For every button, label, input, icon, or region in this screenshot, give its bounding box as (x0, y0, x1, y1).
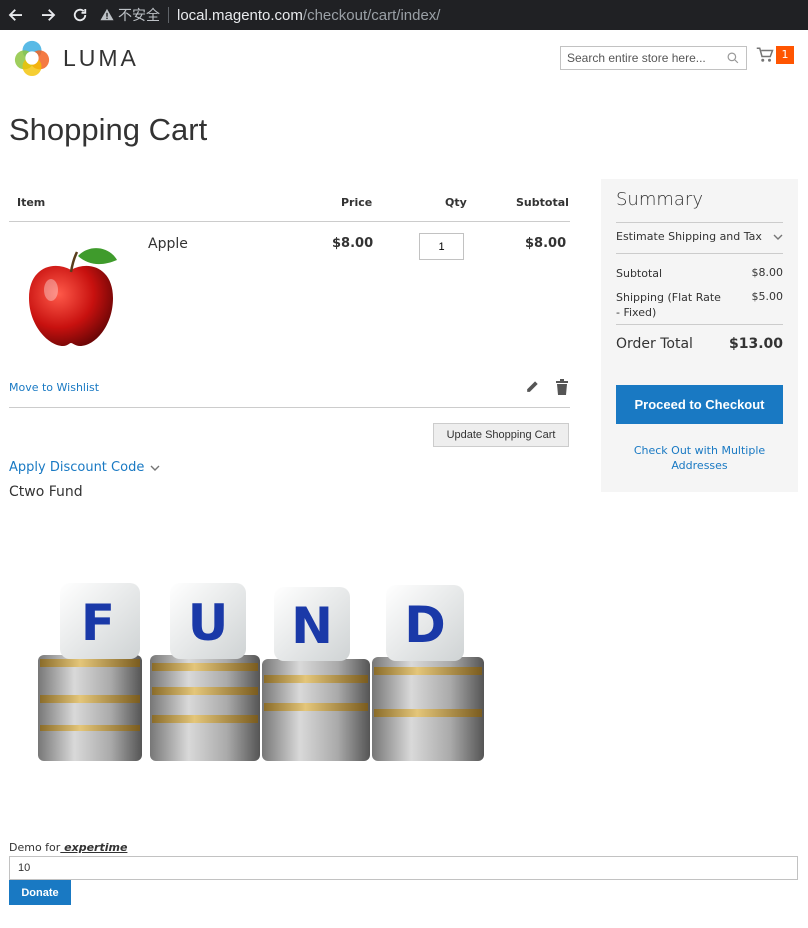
die-letter-d: D (404, 596, 446, 654)
minicart[interactable]: 1 (756, 46, 794, 64)
page-title: Shopping Cart (9, 112, 208, 147)
move-to-wishlist-link[interactable]: Move to Wishlist (9, 381, 99, 394)
order-total-label: Order Total (616, 336, 693, 352)
summary-divider (616, 324, 783, 325)
order-total-value: $13.00 (728, 336, 783, 352)
item-subtotal: $8.00 (525, 236, 567, 251)
luma-logo-icon (14, 40, 50, 77)
reload-icon[interactable] (64, 0, 96, 30)
back-icon[interactable] (0, 0, 32, 30)
subtotal-value: $8.00 (751, 266, 784, 279)
coin-stack-3 (262, 659, 370, 761)
multi-address-checkout-link[interactable]: Check Out with Multiple Addresses (616, 443, 783, 473)
fund-title: Ctwo Fund (9, 484, 83, 500)
donate-button[interactable]: Donate (9, 880, 71, 905)
demo-label: Demo for expertime (9, 841, 127, 854)
discount-label: Apply Discount Code (9, 460, 145, 475)
cart-summary: Summary Estimate Shipping and Tax Subtot… (601, 179, 798, 492)
search-input[interactable] (567, 51, 727, 65)
column-qty: Qty (445, 196, 467, 209)
browser-toolbar: 不安全 local.magento.com/checkout/cart/inde… (0, 0, 808, 30)
search-box (560, 46, 747, 70)
summary-divider (616, 253, 783, 254)
die-letter-u: U (188, 594, 229, 652)
estimate-label: Estimate Shipping and Tax (616, 230, 762, 243)
subtotal-row: Subtotal $8.00 (616, 266, 783, 281)
shipping-row: Shipping (Flat Rate - Fixed) $5.00 (616, 290, 783, 320)
coin-stack-2 (150, 655, 260, 761)
fund-image: F U N D (38, 583, 484, 761)
expertime-link[interactable]: expertime (60, 841, 127, 854)
product-image[interactable] (23, 242, 119, 352)
qty-input[interactable] (419, 233, 464, 260)
security-warning[interactable]: 不安全 (100, 5, 160, 25)
logo-text: LUMA (63, 44, 139, 71)
address-separator (168, 7, 169, 23)
warning-icon (100, 8, 114, 21)
coin-stack-4 (372, 657, 484, 761)
summary-divider (616, 222, 783, 223)
column-price: Price (341, 196, 373, 209)
product-name-link[interactable]: Apple (148, 236, 188, 252)
edit-icon[interactable] (525, 380, 539, 394)
forward-icon[interactable] (32, 0, 64, 30)
estimate-shipping-toggle[interactable]: Estimate Shipping and Tax (616, 230, 783, 243)
cart-counter: 1 (776, 46, 794, 64)
url-host: local.magento.com (177, 6, 303, 24)
trash-icon[interactable] (555, 379, 569, 395)
logo[interactable]: LUMA (13, 40, 143, 77)
summary-title: Summary (616, 189, 703, 210)
cart-icon (756, 47, 774, 62)
shipping-label: Shipping (Flat Rate - Fixed) (616, 291, 721, 319)
subtotal-label: Subtotal (616, 267, 663, 280)
die-letter-f: F (81, 594, 115, 652)
letter-dice: F U N D (60, 583, 464, 661)
proceed-to-checkout-button[interactable]: Proceed to Checkout (616, 385, 783, 424)
die-letter-n: N (291, 597, 333, 655)
donation-amount-input[interactable] (9, 856, 798, 880)
chevron-down-icon (150, 465, 160, 471)
address-bar[interactable]: local.magento.com/checkout/cart/index/ (177, 7, 440, 24)
column-item: Item (17, 196, 46, 209)
search-icon[interactable] (727, 52, 739, 64)
chevron-down-icon (773, 234, 783, 240)
row-divider (9, 407, 570, 408)
demo-prefix: Demo for (9, 841, 61, 854)
item-price: $8.00 (332, 236, 374, 251)
order-total-row: Order Total $13.00 (616, 336, 783, 352)
coin-stack-1 (38, 655, 142, 761)
header-divider (9, 221, 570, 222)
shipping-value: $5.00 (751, 290, 784, 303)
update-cart-button[interactable]: Update Shopping Cart (433, 423, 569, 447)
apply-discount-toggle[interactable]: Apply Discount Code (9, 460, 160, 475)
url-path: /checkout/cart/index/ (302, 6, 441, 24)
column-subtotal: Subtotal (516, 196, 569, 209)
security-label: 不安全 (118, 8, 160, 24)
